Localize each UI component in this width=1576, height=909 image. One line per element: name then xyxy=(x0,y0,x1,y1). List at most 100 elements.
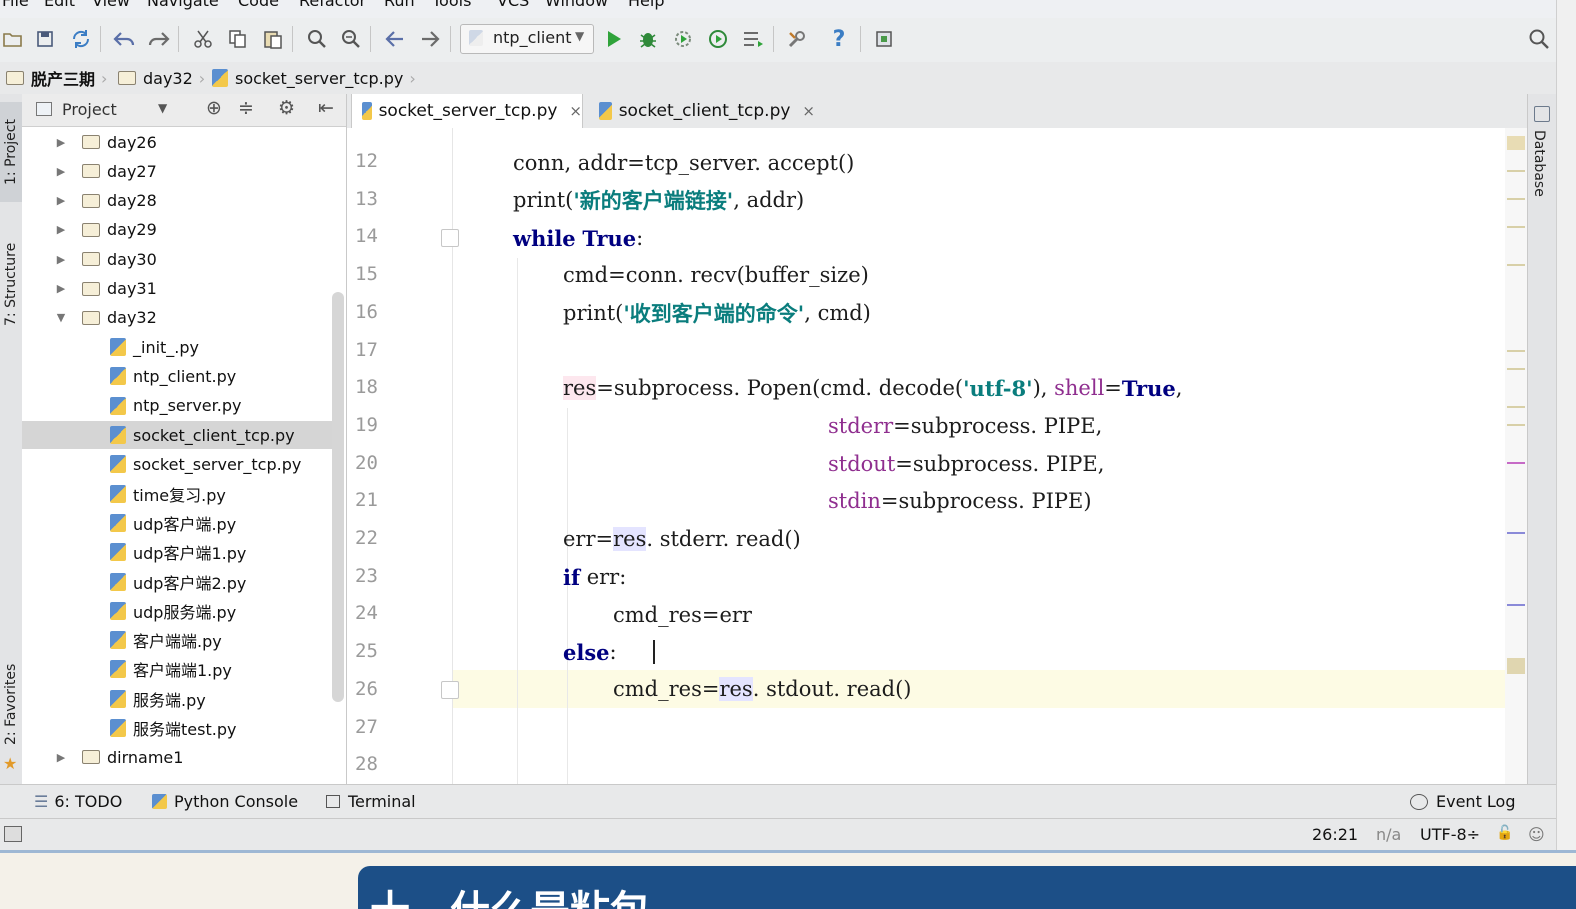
breadcrumb-day32[interactable]: day32 › xyxy=(118,66,205,90)
tree-folder[interactable]: ▶ day26 xyxy=(22,128,332,156)
run-config-dropdown[interactable]: ntp_client ▼ xyxy=(460,24,594,54)
tab-python-console[interactable]: Python Console xyxy=(152,792,298,811)
gear-icon[interactable]: ⚙ xyxy=(278,97,295,119)
menu-code[interactable]: Code xyxy=(238,0,279,10)
help-icon[interactable]: ? xyxy=(826,26,852,52)
menu-navigate[interactable]: Navigate xyxy=(147,0,219,10)
collapsed-arrow-icon[interactable]: ▶ xyxy=(54,165,68,178)
inspector-icon[interactable]: ☺ xyxy=(1528,825,1545,844)
save-icon[interactable] xyxy=(32,26,58,52)
collapse-all-icon[interactable]: ≑ xyxy=(238,97,254,119)
redo-icon[interactable] xyxy=(146,26,172,52)
expanded-arrow-icon[interactable]: ▼ xyxy=(54,311,68,324)
fold-marker-icon[interactable] xyxy=(441,229,459,247)
caret-position[interactable]: 26:21 xyxy=(1312,825,1358,844)
code-editor[interactable]: 12 13 14 15 16 17 18 19 20 21 22 23 24 25 26 27 28 conn,… xyxy=(347,128,1527,784)
tree-file[interactable]: 客户端端.py xyxy=(22,626,332,654)
tab-project[interactable]: 1: Project xyxy=(0,102,22,202)
search-everywhere-icon[interactable] xyxy=(1526,26,1552,52)
tree-file[interactable]: udp客户端.py xyxy=(22,509,332,537)
forward-icon[interactable] xyxy=(417,26,443,52)
collapsed-arrow-icon[interactable]: ▶ xyxy=(54,194,68,207)
close-icon[interactable]: × xyxy=(802,102,815,120)
collapsed-arrow-icon[interactable]: ▶ xyxy=(54,282,68,295)
tree-folder[interactable]: ▼ day32 xyxy=(22,304,332,332)
menu-window[interactable]: Window xyxy=(545,0,608,10)
concurrency-icon[interactable] xyxy=(740,26,766,52)
back-icon[interactable] xyxy=(382,26,408,52)
tree-folder[interactable]: ▶ dirname1 xyxy=(22,743,332,771)
stripe-mark xyxy=(1507,198,1525,200)
tree-file[interactable]: udp客户端1.py xyxy=(22,538,332,566)
python-file-icon xyxy=(110,689,126,708)
profile-icon[interactable] xyxy=(705,26,731,52)
menu-help[interactable]: Help xyxy=(628,0,664,10)
tab-todo[interactable]: ☰ 6: TODO xyxy=(34,792,122,811)
tab-database[interactable]: Database xyxy=(1531,130,1547,197)
collapsed-arrow-icon[interactable]: ▶ xyxy=(54,136,68,149)
toggle-tool-windows-icon[interactable] xyxy=(4,826,22,842)
chevron-down-icon[interactable]: ▼ xyxy=(158,101,167,115)
tree-file[interactable]: ntp_server.py xyxy=(22,392,332,420)
tree-item-label: udp客户端1.py xyxy=(133,544,247,564)
tree-file[interactable]: udp客户端2.py xyxy=(22,568,332,596)
menu-edit[interactable]: Edit xyxy=(44,0,75,10)
tree-folder[interactable]: ▶ day29 xyxy=(22,216,332,244)
tab-terminal[interactable]: Terminal xyxy=(326,792,416,811)
undo-icon[interactable] xyxy=(111,26,137,52)
collapsed-arrow-icon[interactable]: ▶ xyxy=(54,223,68,236)
tree-file[interactable]: _init_.py xyxy=(22,333,332,361)
menu-file[interactable]: File xyxy=(2,0,29,10)
indent-guide xyxy=(517,258,518,784)
open-folder-icon[interactable] xyxy=(0,26,26,52)
file-encoding[interactable]: UTF-8÷ xyxy=(1420,825,1480,844)
tree-folder[interactable]: ▶ day27 xyxy=(22,157,332,185)
collapsed-arrow-icon[interactable]: ▶ xyxy=(54,253,68,266)
line-separator[interactable]: n/a xyxy=(1376,825,1401,844)
hide-panel-icon[interactable]: ⇤ xyxy=(318,97,334,119)
breadcrumb-file[interactable]: socket_server_tcp.py › xyxy=(212,66,416,90)
find-icon[interactable] xyxy=(304,26,330,52)
lock-icon[interactable]: 🔓 xyxy=(1496,825,1513,841)
replace-icon[interactable] xyxy=(338,26,364,52)
fold-marker-icon[interactable] xyxy=(441,681,459,699)
tree-file[interactable]: time复习.py xyxy=(22,480,332,508)
tree-file[interactable]: socket_server_tcp.py xyxy=(22,450,332,478)
tab-favorites[interactable]: 2: Favorites xyxy=(0,654,22,754)
tab-socket-client[interactable]: socket_client_tcp.py × xyxy=(595,94,815,128)
cut-icon[interactable] xyxy=(190,26,216,52)
tree-file[interactable]: 客户端端1.py xyxy=(22,655,332,683)
tree-file[interactable]: socket_client_tcp.py xyxy=(22,421,332,449)
sync-icon[interactable] xyxy=(68,26,94,52)
paste-icon[interactable] xyxy=(260,26,286,52)
locate-icon[interactable]: ⊕ xyxy=(206,97,222,119)
close-icon[interactable]: × xyxy=(569,102,582,120)
error-stripe[interactable] xyxy=(1505,128,1527,784)
tree-file[interactable]: udp服务端.py xyxy=(22,597,332,625)
menu-vcs[interactable]: VCS xyxy=(497,0,529,10)
event-log-button[interactable]: Event Log xyxy=(1410,792,1516,811)
collapsed-arrow-icon[interactable]: ▶ xyxy=(54,751,68,764)
menu-tools[interactable]: Tools xyxy=(432,0,471,10)
menu-view[interactable]: View xyxy=(92,0,130,10)
vcs-icon[interactable] xyxy=(871,26,897,52)
tree-file[interactable]: ntp_client.py xyxy=(22,362,332,390)
tree-folder[interactable]: ▶ day31 xyxy=(22,275,332,303)
breadcrumb-root[interactable]: 脱产三期 › xyxy=(6,66,107,90)
menu-refactor[interactable]: Refactor xyxy=(299,0,366,10)
tab-structure[interactable]: 7: Structure xyxy=(0,224,22,344)
tree-file[interactable]: 服务端test.py xyxy=(22,714,332,742)
tree-folder[interactable]: ▶ day30 xyxy=(22,245,332,273)
settings-icon[interactable] xyxy=(784,26,810,52)
tree-file[interactable]: 服务端.py xyxy=(22,685,332,713)
menu-run[interactable]: Run xyxy=(384,0,415,10)
run-coverage-icon[interactable] xyxy=(670,26,696,52)
debug-icon[interactable] xyxy=(635,26,661,52)
copy-icon[interactable] xyxy=(225,26,251,52)
tab-label: 6: TODO xyxy=(54,792,123,811)
project-view-label[interactable]: Project xyxy=(62,100,117,119)
tree-folder[interactable]: ▶ day28 xyxy=(22,187,332,215)
tab-socket-server[interactable]: socket_server_tcp.py × xyxy=(351,94,583,128)
tree-scrollbar[interactable] xyxy=(332,292,344,702)
run-icon[interactable] xyxy=(601,26,627,52)
